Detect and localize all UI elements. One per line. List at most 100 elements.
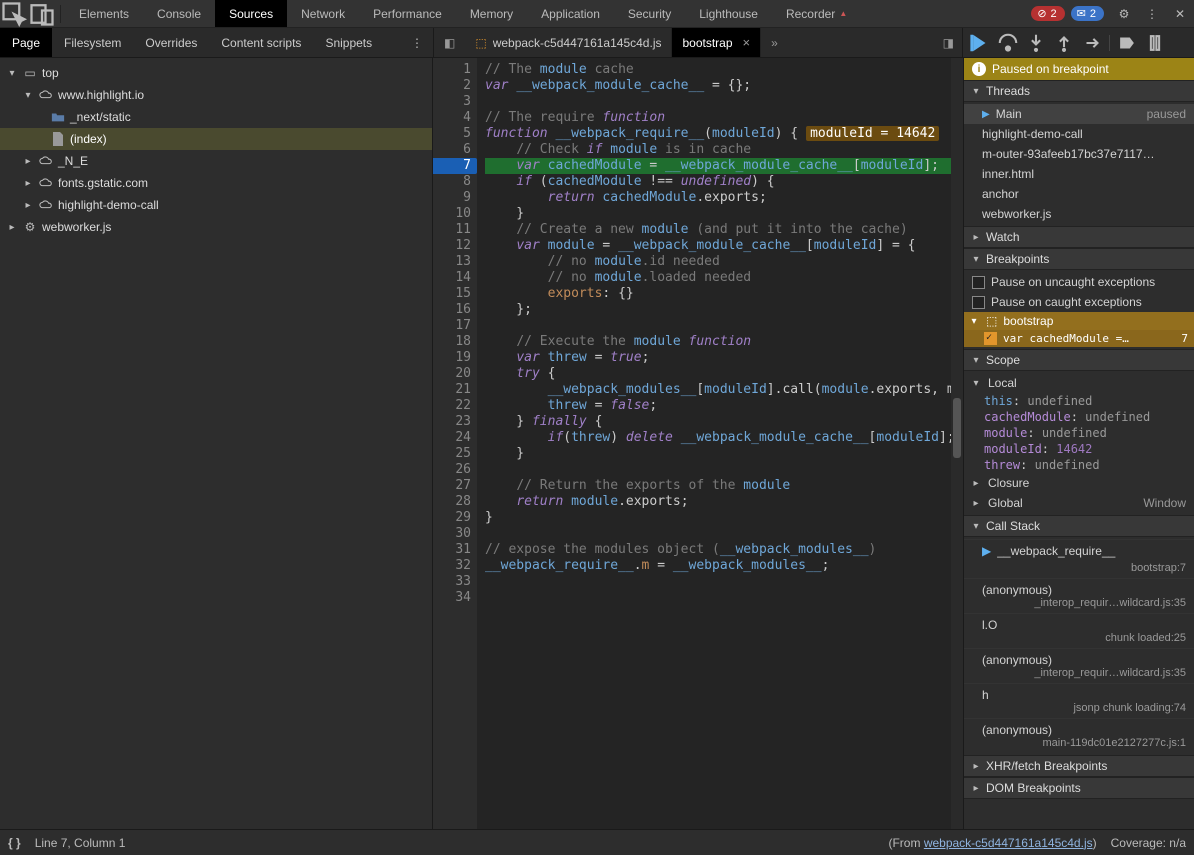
folder-icon — [50, 110, 66, 124]
show-navigator-icon[interactable]: ◧ — [434, 36, 465, 50]
cursor-position: Line 7, Column 1 — [35, 836, 126, 850]
bp-location[interactable]: var cachedModule =…7 — [964, 330, 1194, 347]
bp-caught-checkbox[interactable]: Pause on caught exceptions — [964, 292, 1194, 312]
tree-worker[interactable]: ▸⚙webworker.js — [0, 216, 432, 238]
tab-memory[interactable]: Memory — [456, 0, 527, 27]
thread-item[interactable]: inner.html — [964, 164, 1194, 184]
file-navigator[interactable]: ▾▭top ▾www.highlight.io _next/static (in… — [0, 58, 433, 829]
scope-variable[interactable]: cachedModule: undefined — [964, 409, 1194, 425]
thread-item[interactable]: highlight-demo-call — [964, 124, 1194, 144]
tab-performance[interactable]: Performance — [359, 0, 456, 27]
pretty-print-icon[interactable]: { } — [8, 836, 21, 850]
toggle-debugger-icon[interactable]: ◨ — [935, 36, 962, 50]
step-out-icon[interactable] — [1053, 32, 1075, 54]
tab-elements[interactable]: Elements — [65, 0, 143, 27]
callstack-frame-current[interactable]: ▶__webpack_require__ — [964, 539, 1194, 562]
settings-icon[interactable]: ⚙ — [1110, 0, 1138, 28]
section-threads[interactable]: ▾Threads — [964, 80, 1194, 102]
close-devtools-icon[interactable]: ✕ — [1166, 0, 1194, 28]
callstack-frame[interactable]: (anonymous)main-119dc01e2127277c.js:1 — [964, 718, 1194, 753]
tab-lighthouse[interactable]: Lighthouse — [685, 0, 772, 27]
scope-variable[interactable]: threw: undefined — [964, 457, 1194, 473]
scope-local[interactable]: ▾Local — [964, 373, 1194, 393]
code-content[interactable]: // The module cachevar __webpack_module_… — [477, 58, 963, 829]
more-icon[interactable]: ⋮ — [1138, 0, 1166, 28]
tree-demo[interactable]: ▸highlight-demo-call — [0, 194, 432, 216]
worker-icon: ⚙ — [22, 220, 38, 234]
error-count-badge[interactable]: ⊘2 — [1031, 6, 1064, 21]
cloud-icon — [38, 88, 54, 102]
thread-main[interactable]: ▶Mainpaused — [964, 104, 1194, 124]
section-scope[interactable]: ▾Scope — [964, 349, 1194, 371]
scope-closure[interactable]: ▸Closure — [964, 473, 1194, 493]
tab-sources[interactable]: Sources — [215, 0, 287, 27]
thread-item[interactable]: anchor — [964, 184, 1194, 204]
thread-item[interactable]: webworker.js — [964, 204, 1194, 224]
bp-file[interactable]: ▾⬚bootstrap — [964, 312, 1194, 330]
tree-site[interactable]: ▾www.highlight.io — [0, 84, 432, 106]
debugger-controls — [963, 28, 1194, 57]
editor-scrollbar[interactable] — [951, 58, 963, 829]
file-icon — [50, 132, 66, 146]
tab-console[interactable]: Console — [143, 0, 215, 27]
tab-security[interactable]: Security — [614, 0, 685, 27]
tree-ne[interactable]: ▸_N_E — [0, 150, 432, 172]
thread-item[interactable]: m-outer-93afeeb17bc37e7117… — [964, 144, 1194, 164]
cloud-icon — [38, 176, 54, 190]
tree-top[interactable]: ▾▭top — [0, 62, 432, 84]
callstack-frame[interactable]: (anonymous)_interop_requir…wildcard.js:3… — [964, 648, 1194, 683]
tab-network[interactable]: Network — [287, 0, 359, 27]
code-editor[interactable]: 1234567891011121314151617181920212223242… — [433, 58, 963, 829]
current-arrow-icon: ▶ — [982, 544, 991, 558]
navigator-tab-filesystem[interactable]: Filesystem — [52, 28, 133, 57]
editor-tabs: ◧ ⬚webpack-c5d447161a145c4d.js bootstrap… — [434, 28, 962, 57]
callstack-frame[interactable]: (anonymous)_interop_requir…wildcard.js:3… — [964, 578, 1194, 613]
paused-banner: i Paused on breakpoint — [964, 58, 1194, 80]
navigator-more-icon[interactable]: ⋮ — [405, 36, 429, 50]
deactivate-breakpoints-icon[interactable] — [1116, 32, 1138, 54]
source-origin: (From webpack-c5d447161a145c4d.js) — [888, 836, 1096, 850]
error-icon: ⊘ — [1037, 7, 1046, 20]
bp-uncaught-checkbox[interactable]: Pause on uncaught exceptions — [964, 272, 1194, 292]
scope-variable[interactable]: moduleId: 14642 — [964, 441, 1194, 457]
step-into-icon[interactable] — [1025, 32, 1047, 54]
step-over-icon[interactable] — [997, 32, 1019, 54]
section-dom-bp[interactable]: ▸DOM Breakpoints — [964, 777, 1194, 799]
editor-tab-webpack[interactable]: ⬚webpack-c5d447161a145c4d.js — [465, 28, 672, 57]
inspect-icon[interactable] — [0, 0, 28, 28]
editor-statusbar: { } Line 7, Column 1 (From webpack-c5d44… — [0, 829, 1194, 855]
close-icon[interactable]: × — [743, 35, 751, 50]
tree-fonts[interactable]: ▸fonts.gstatic.com — [0, 172, 432, 194]
scope-variable[interactable]: module: undefined — [964, 425, 1194, 441]
section-xhr[interactable]: ▸XHR/fetch Breakpoints — [964, 755, 1194, 777]
step-icon[interactable] — [1081, 32, 1103, 54]
line-gutter[interactable]: 1234567891011121314151617181920212223242… — [433, 58, 477, 829]
js-file-icon: ⬚ — [986, 314, 997, 328]
section-watch[interactable]: ▸Watch — [964, 226, 1194, 248]
more-tabs-icon[interactable]: » — [761, 36, 788, 50]
message-count-badge[interactable]: ✉2 — [1071, 6, 1104, 21]
tree-index-file[interactable]: (index) — [0, 128, 432, 150]
navigator-tab-snippets[interactable]: Snippets — [313, 28, 384, 57]
tab-recorder[interactable]: Recorder▲ — [772, 0, 861, 27]
device-toggle-icon[interactable] — [28, 0, 56, 28]
tab-application[interactable]: Application — [527, 0, 614, 27]
tree-folder-next[interactable]: _next/static — [0, 106, 432, 128]
navigator-tab-page[interactable]: Page — [0, 28, 52, 57]
section-breakpoints[interactable]: ▾Breakpoints — [964, 248, 1194, 270]
cloud-icon — [38, 198, 54, 212]
editor-tab-bootstrap[interactable]: bootstrap× — [672, 28, 761, 57]
scope-global[interactable]: ▸GlobalWindow — [964, 493, 1194, 513]
info-icon: i — [972, 62, 986, 76]
callstack-frame[interactable]: hjsonp chunk loading:74 — [964, 683, 1194, 718]
callstack-frame[interactable]: l.Ochunk loaded:25 — [964, 613, 1194, 648]
section-callstack[interactable]: ▾Call Stack — [964, 515, 1194, 537]
bp-checkbox[interactable] — [984, 332, 997, 345]
source-link[interactable]: webpack-c5d447161a145c4d.js — [924, 836, 1093, 850]
scope-variable[interactable]: this: undefined — [964, 393, 1194, 409]
navigator-tab-overrides[interactable]: Overrides — [133, 28, 209, 57]
resume-icon[interactable] — [969, 32, 991, 54]
pause-exceptions-icon[interactable] — [1144, 32, 1166, 54]
preview-dot-icon: ▲ — [839, 9, 847, 18]
navigator-tab-contentscripts[interactable]: Content scripts — [209, 28, 313, 57]
